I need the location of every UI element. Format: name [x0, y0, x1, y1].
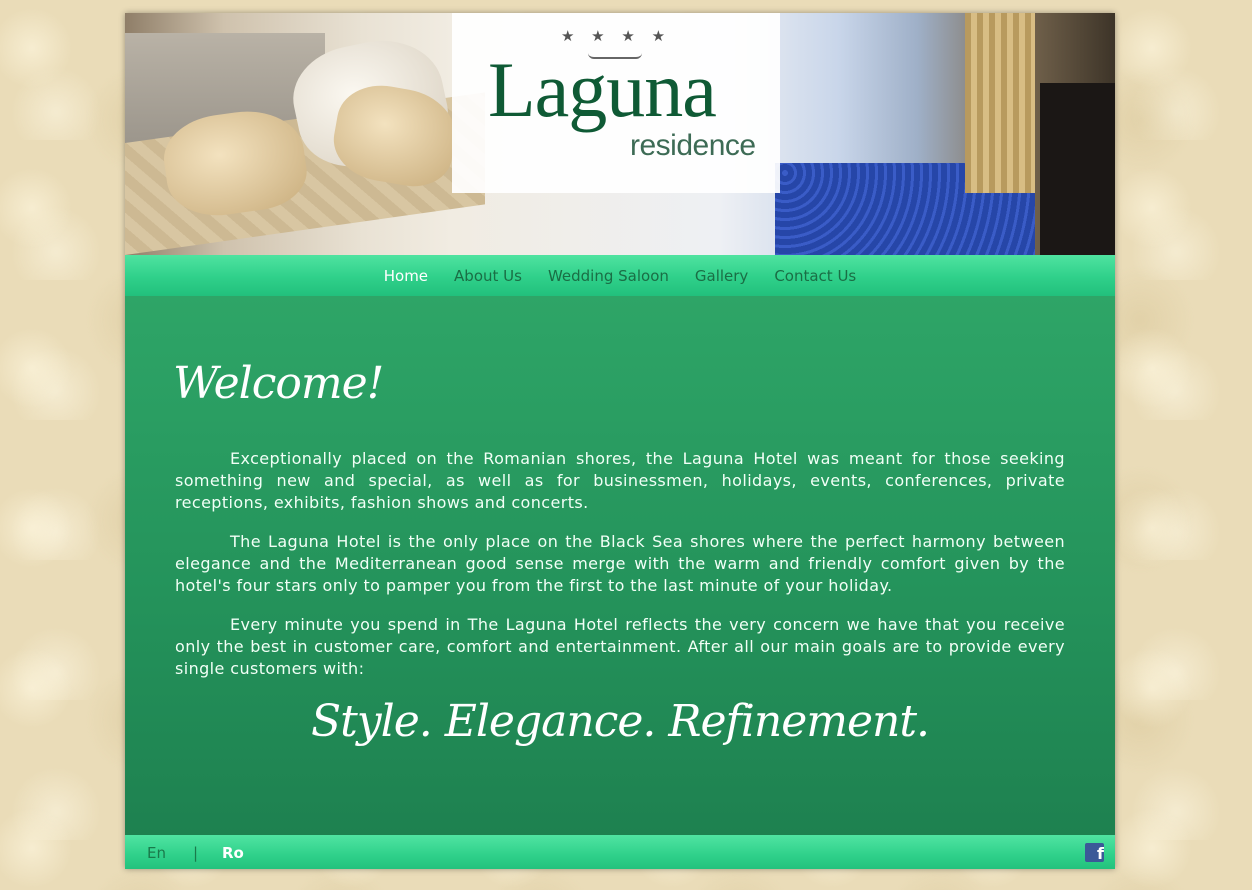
footer-bar: En | Ro f: [125, 835, 1115, 869]
nav-item-gallery[interactable]: Gallery: [695, 267, 748, 285]
facebook-icon[interactable]: f: [1085, 843, 1104, 862]
logo-sub-text: residence: [630, 129, 756, 162]
site-logo[interactable]: ★ ★ ★ ★ Laguna residence: [452, 13, 780, 193]
paragraph: Every minute you spend in The Laguna Hot…: [175, 615, 1065, 678]
language-en-link[interactable]: En: [147, 844, 166, 862]
header-banner: ★ ★ ★ ★ Laguna residence: [125, 13, 1115, 255]
main-content: Welcome! Exceptionally placed on the Rom…: [125, 296, 1115, 835]
nav-item-about-us[interactable]: About Us: [454, 267, 522, 285]
banner-photo-furniture: [1040, 83, 1115, 255]
nav-item-wedding-saloon[interactable]: Wedding Saloon: [548, 267, 669, 285]
page-container: ★ ★ ★ ★ Laguna residence Home About Us W…: [125, 13, 1115, 869]
language-ro-link[interactable]: Ro: [222, 844, 244, 862]
intro-text: Exceptionally placed on the Romanian sho…: [175, 448, 1065, 697]
nav-item-contact-us[interactable]: Contact Us: [774, 267, 856, 285]
nav-item-home[interactable]: Home: [384, 267, 428, 285]
paragraph: The Laguna Hotel is the only place on th…: [175, 532, 1065, 595]
logo-main-text: Laguna: [488, 46, 717, 133]
banner-photo-curtain: [965, 13, 1035, 193]
main-nav: Home About Us Wedding Saloon Gallery Con…: [125, 255, 1115, 296]
motto-heading: Style. Elegance. Refinement.: [310, 696, 930, 747]
page-title: Welcome!: [173, 358, 384, 409]
language-separator: |: [193, 844, 199, 862]
paragraph: Exceptionally placed on the Romanian sho…: [175, 449, 1065, 512]
